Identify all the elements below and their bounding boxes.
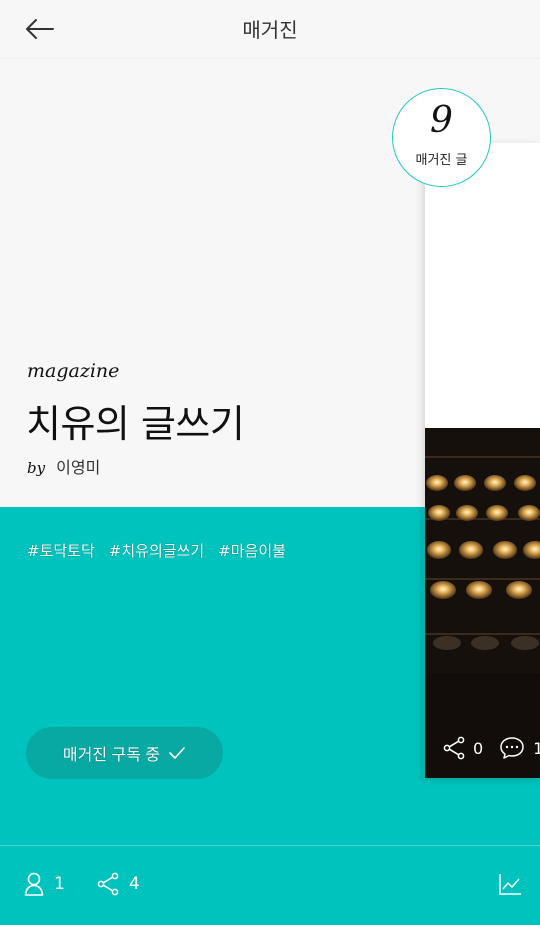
comment-icon: [500, 737, 524, 759]
tag-item[interactable]: #토닥토닥: [27, 540, 95, 561]
user-icon: [24, 872, 44, 896]
subscriber-count[interactable]: 1: [24, 872, 65, 896]
share-icon: [443, 736, 465, 760]
tag-item[interactable]: #치유의글쓰기: [109, 540, 204, 561]
app-header: 매거진: [0, 0, 540, 58]
line-chart-icon: [499, 874, 521, 895]
article-thumbnail: 0 1: [425, 428, 540, 778]
magazine-label: magazine: [27, 360, 120, 382]
candles-image: [425, 428, 540, 778]
page-title: 매거진: [242, 18, 298, 42]
article-count-label: 매거진 글: [415, 153, 468, 168]
article-count-badge: 9 매거진 글: [392, 88, 491, 187]
author-name[interactable]: 이영미: [56, 458, 100, 477]
share-count-value: 4: [129, 874, 140, 894]
share-icon: [97, 872, 119, 896]
subscriber-count-value: 1: [54, 874, 65, 894]
check-icon: [169, 747, 185, 759]
subscribe-button[interactable]: 매거진 구독 중: [26, 727, 223, 779]
tag-list: #토닥토닥 #치유의글쓰기 #마음이불: [27, 540, 286, 561]
article-card-meta: 0 1: [443, 736, 540, 760]
byline: by 이영미: [27, 454, 100, 478]
magazine-title: 치유의 글쓰기: [26, 402, 245, 446]
by-label: by: [27, 459, 46, 477]
share-count[interactable]: 4: [97, 872, 140, 896]
article-count: 9: [430, 100, 453, 141]
card-share-count: 0: [473, 738, 484, 758]
article-card[interactable]: 0 1: [425, 143, 540, 778]
stats-button[interactable]: [498, 872, 522, 900]
magazine-footer: 1 4: [0, 846, 540, 925]
subscribe-label: 매거진 구독 중: [62, 747, 161, 764]
tag-item[interactable]: #마음이불: [218, 540, 286, 561]
card-comment-count: 1: [533, 738, 540, 758]
